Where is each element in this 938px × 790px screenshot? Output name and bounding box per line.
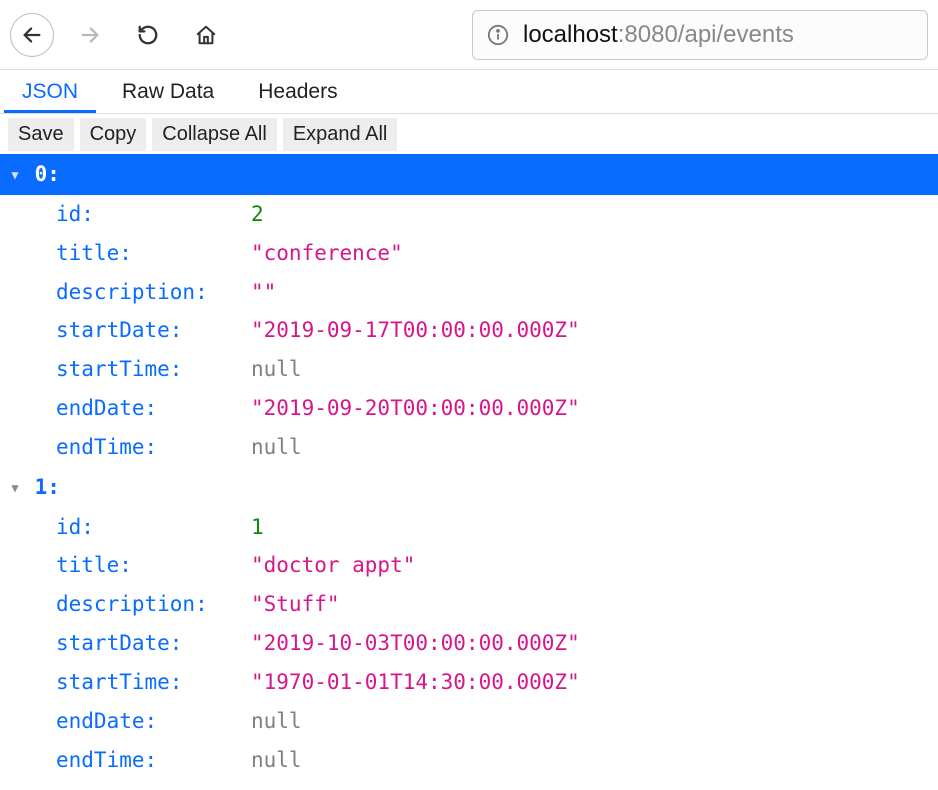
json-property-row[interactable]: endTime:null [0, 428, 938, 467]
json-index-label: 0: [35, 162, 60, 186]
json-property-row[interactable]: endDate:null [0, 702, 938, 741]
json-key: startDate: [56, 624, 251, 663]
nav-bar: localhost:8080/api/events [0, 0, 938, 70]
url-text: localhost:8080/api/events [523, 21, 794, 49]
json-key: id: [56, 508, 251, 547]
url-bar[interactable]: localhost:8080/api/events [472, 10, 928, 60]
json-value: null [251, 702, 302, 741]
json-property-row[interactable]: title:"doctor appt" [0, 546, 938, 585]
info-icon[interactable] [487, 24, 509, 46]
json-property-row[interactable]: startDate:"2019-10-03T00:00:00.000Z" [0, 624, 938, 663]
json-tree-view: ▼ 0:id:2title:"conference"description:""… [0, 154, 938, 780]
json-value: "2019-09-17T00:00:00.000Z" [251, 311, 580, 350]
json-property-row[interactable]: startTime:null [0, 350, 938, 389]
json-array-item-header[interactable]: ▼ 1: [0, 467, 938, 508]
home-icon [195, 24, 217, 46]
json-array-item-header[interactable]: ▼ 0: [0, 154, 938, 195]
arrow-left-icon [21, 24, 43, 46]
reload-button[interactable] [126, 13, 170, 57]
json-value: 2 [251, 195, 264, 234]
json-property-row[interactable]: endDate:"2019-09-20T00:00:00.000Z" [0, 389, 938, 428]
json-property-row[interactable]: startTime:"1970-01-01T14:30:00.000Z" [0, 663, 938, 702]
tab-raw-data[interactable]: Raw Data [104, 70, 232, 113]
json-property-row[interactable]: description:"Stuff" [0, 585, 938, 624]
expand-all-button[interactable]: Expand All [283, 118, 398, 151]
back-button[interactable] [10, 13, 54, 57]
json-key: startDate: [56, 311, 251, 350]
json-key: description: [56, 273, 251, 312]
arrow-right-icon [79, 24, 101, 46]
tab-json[interactable]: JSON [4, 70, 96, 113]
json-key: startTime: [56, 663, 251, 702]
json-value: "1970-01-01T14:30:00.000Z" [251, 663, 580, 702]
json-value: null [251, 428, 302, 467]
json-property-row[interactable]: description:"" [0, 273, 938, 312]
json-value: null [251, 350, 302, 389]
reload-icon [137, 24, 159, 46]
json-value: "doctor appt" [251, 546, 415, 585]
tab-headers[interactable]: Headers [240, 70, 355, 113]
json-key: id: [56, 195, 251, 234]
json-value: "2019-09-20T00:00:00.000Z" [251, 389, 580, 428]
json-key: startTime: [56, 350, 251, 389]
json-key: endDate: [56, 389, 251, 428]
json-value: "Stuff" [251, 585, 340, 624]
save-button[interactable]: Save [8, 118, 74, 151]
json-key: endTime: [56, 428, 251, 467]
json-value: "2019-10-03T00:00:00.000Z" [251, 624, 580, 663]
json-value: "conference" [251, 234, 403, 273]
view-tabs: JSON Raw Data Headers [0, 70, 938, 114]
json-key: endDate: [56, 702, 251, 741]
json-property-row[interactable]: id:2 [0, 195, 938, 234]
json-key: title: [56, 234, 251, 273]
forward-button[interactable] [68, 13, 112, 57]
json-key: endTime: [56, 741, 251, 780]
json-index-label: 1: [35, 475, 60, 499]
home-button[interactable] [184, 13, 228, 57]
collapse-all-button[interactable]: Collapse All [152, 118, 277, 151]
json-property-row[interactable]: title:"conference" [0, 234, 938, 273]
chevron-down-icon: ▼ [8, 477, 22, 499]
json-value: 1 [251, 508, 264, 547]
json-key: title: [56, 546, 251, 585]
json-value: null [251, 741, 302, 780]
json-value: "" [251, 273, 276, 312]
json-property-row[interactable]: endTime:null [0, 741, 938, 780]
json-toolbar: Save Copy Collapse All Expand All [0, 114, 938, 154]
chevron-down-icon: ▼ [8, 164, 22, 186]
json-key: description: [56, 585, 251, 624]
json-property-row[interactable]: startDate:"2019-09-17T00:00:00.000Z" [0, 311, 938, 350]
copy-button[interactable]: Copy [80, 118, 147, 151]
json-property-row[interactable]: id:1 [0, 508, 938, 547]
